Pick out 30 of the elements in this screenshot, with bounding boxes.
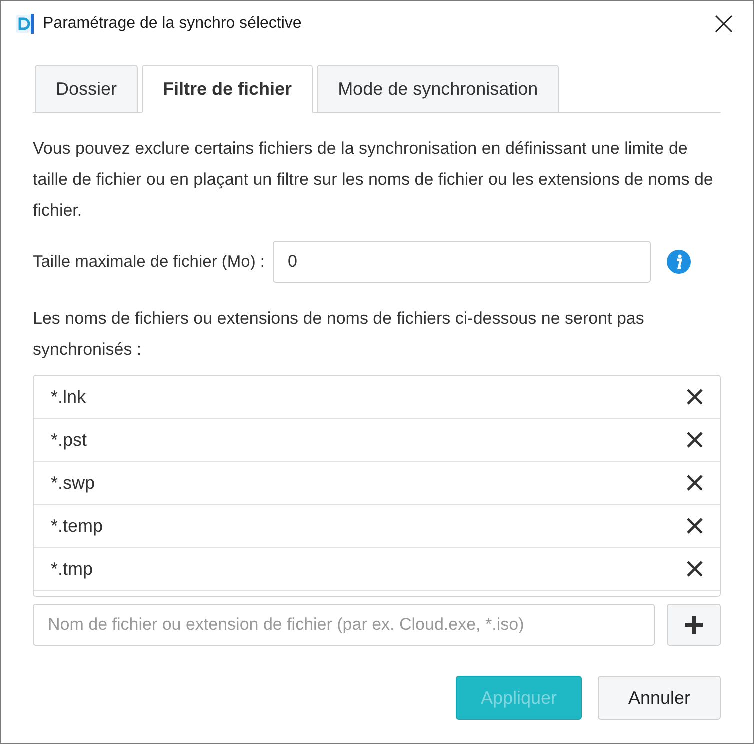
new-exclusion-field[interactable]: Nom de fichier ou extension de fichier (par ex. Cloud.exe, *.iso) [33,604,655,646]
description-text: Vous pouvez exclure certains fichiers de la synchronisation en définissant une limite de taille de fichier ou en plaçant un filtre sur les noms de fichier ou les extensions de noms de fichier. [33,138,714,222]
exclusion-pattern: *.pst [51,430,88,450]
info-icon[interactable] [666,250,691,274]
max-size-label: Taille maximale de fichier (Mo) : [33,252,265,272]
exclusion-pattern: *.temp [51,516,104,536]
close-icon [686,560,704,578]
plus-icon [684,615,704,635]
tab[interactable]: Dossier [35,65,138,112]
tab[interactable]: Filtre de fichier [142,65,314,113]
exclusion-pattern: *.lnk [51,386,86,408]
app-logo-icon [15,13,35,35]
exclusion-item[interactable]: *.lnk [34,376,720,419]
exclusion-pattern: *.tmp [51,558,94,580]
exclusions-label: Les noms de fichiers ou extensions de noms de fichiers ci-dessous ne seront pas synchronisés : [33,308,646,361]
close-icon [686,388,704,406]
exclusion-item[interactable]: *.temp [34,505,720,548]
exclusion-pattern: *.swp [51,472,96,494]
cancel-button[interactable]: Annuler [598,676,721,720]
max-size-field[interactable]: 0 [272,241,651,283]
exclusion-item[interactable]: *.swp [34,462,720,505]
window-title: Paramétrage de la synchro sélective [43,15,303,33]
close-icon [686,517,704,535]
add-button[interactable] [667,604,721,646]
exclusion-item[interactable]: *.tmp [34,548,720,591]
close-icon [686,431,704,449]
exclusion-item[interactable]: *.pst [34,419,720,462]
tab[interactable]: Mode de synchronisation [317,65,560,112]
close-icon [714,14,734,34]
close-icon [686,474,704,492]
